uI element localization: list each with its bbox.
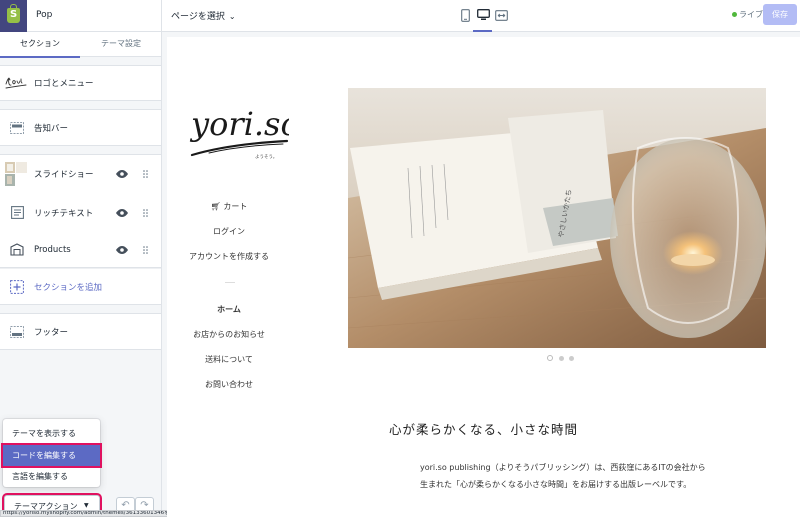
brand-tagline: ようそう。 (255, 155, 278, 160)
section-row-logo-menu[interactable]: ロゴとメニュー (0, 65, 161, 101)
rich-text-heading: 心が柔らかくなる、小さな時間 (388, 422, 578, 437)
section-label: フッター (34, 327, 69, 338)
hero-slideshow-image[interactable]: やさしいかたち (348, 88, 766, 348)
slide-dot-3[interactable] (569, 356, 574, 361)
brand-wordmark: yori.so (189, 105, 289, 143)
rich-text-body: yori.so publishing（よりそうパブリッシング）は、西荻窪にあるI… (420, 463, 706, 489)
divider (161, 0, 162, 32)
section-label: リッチテキスト (34, 208, 94, 219)
slide-dot-2[interactable] (559, 356, 564, 361)
drag-handle-icon[interactable] (143, 208, 149, 218)
slideshow-pagination (540, 355, 580, 363)
section-row-footer[interactable]: フッター (0, 313, 161, 350)
section-row-products[interactable]: Products (0, 231, 161, 268)
slideshow-thumbnail-icon (5, 162, 27, 186)
logo-thumbnail-icon (5, 75, 27, 91)
collection-icon (9, 242, 25, 258)
nav-login-link[interactable]: ログイン (167, 226, 291, 237)
section-label: ロゴとメニュー (34, 79, 94, 89)
nav-label: カート (223, 202, 248, 211)
desktop-view-icon[interactable] (473, 7, 492, 32)
caret-down-icon: ▼ (84, 502, 89, 509)
menu-item-view-theme[interactable]: テーマを表示する (3, 423, 100, 444)
store-preview: yori.so ようそう。 🛒︎ カート ログイン アカウントを作成する ホーム… (167, 37, 800, 517)
section-label: Products (34, 244, 71, 255)
nav-news-link[interactable]: お店からのお知らせ (167, 329, 291, 340)
shopify-logo-button[interactable] (0, 0, 27, 32)
section-row-slideshow[interactable]: スライドショー (0, 154, 161, 194)
eye-icon[interactable] (116, 208, 128, 218)
eye-icon[interactable] (116, 169, 128, 179)
brand-logo[interactable]: yori.so (189, 87, 289, 163)
chevron-down-icon: ⌄ (228, 12, 236, 21)
top-bar: Pop ページを選択⌄ ライブ 保存 (0, 0, 800, 32)
nav-shipping-link[interactable]: 送料について (167, 354, 291, 365)
menu-item-edit-languages[interactable]: 言語を編集する (3, 466, 100, 487)
add-section-button[interactable]: セクションを追加 (0, 268, 161, 305)
theme-name: Pop (36, 10, 53, 20)
sidebar-tabs: セクション テーマ設定 (0, 32, 161, 58)
save-button[interactable]: 保存 (763, 4, 797, 25)
theme-actions-menu: テーマを表示する コードを編集する 言語を編集する (3, 419, 100, 487)
menu-item-edit-code[interactable]: コードを編集する (3, 445, 100, 466)
footer-icon (9, 324, 25, 340)
announcement-bar-icon (9, 120, 25, 136)
section-label: スライドショー (34, 170, 94, 180)
rich-text-icon (9, 205, 25, 221)
page-select-dropdown[interactable]: ページを選択 ⌄ (171, 9, 236, 22)
section-row-rich-text[interactable]: リッチテキスト (0, 194, 161, 231)
add-section-icon (9, 279, 25, 295)
nav-divider (225, 282, 235, 283)
live-status-label: ライブ (739, 10, 763, 19)
cart-icon: 🛒︎ (210, 202, 221, 211)
eye-icon[interactable] (116, 245, 128, 255)
fullscreen-view-icon[interactable] (494, 7, 508, 23)
tab-theme-settings[interactable]: テーマ設定 (81, 32, 161, 57)
section-label: セクションを追加 (34, 282, 103, 293)
drag-handle-icon[interactable] (143, 245, 149, 255)
section-row-announcement[interactable]: 告知バー (0, 109, 161, 146)
nav-home-link[interactable]: ホーム (167, 304, 291, 315)
section-label: 告知バー (34, 123, 69, 134)
nav-contact-link[interactable]: お問い合わせ (167, 379, 291, 390)
drag-handle-icon[interactable] (143, 169, 149, 179)
slide-dot-1[interactable] (547, 355, 553, 361)
nav-cart-link[interactable]: 🛒︎ カート (167, 201, 291, 212)
nav-register-link[interactable]: アカウントを作成する (167, 251, 291, 262)
live-status-dot (732, 12, 737, 17)
shopify-bag-icon (7, 4, 20, 23)
mobile-view-icon[interactable] (458, 7, 472, 23)
tab-sections[interactable]: セクション (0, 32, 80, 58)
page-select-label: ページを選択 (171, 12, 225, 22)
